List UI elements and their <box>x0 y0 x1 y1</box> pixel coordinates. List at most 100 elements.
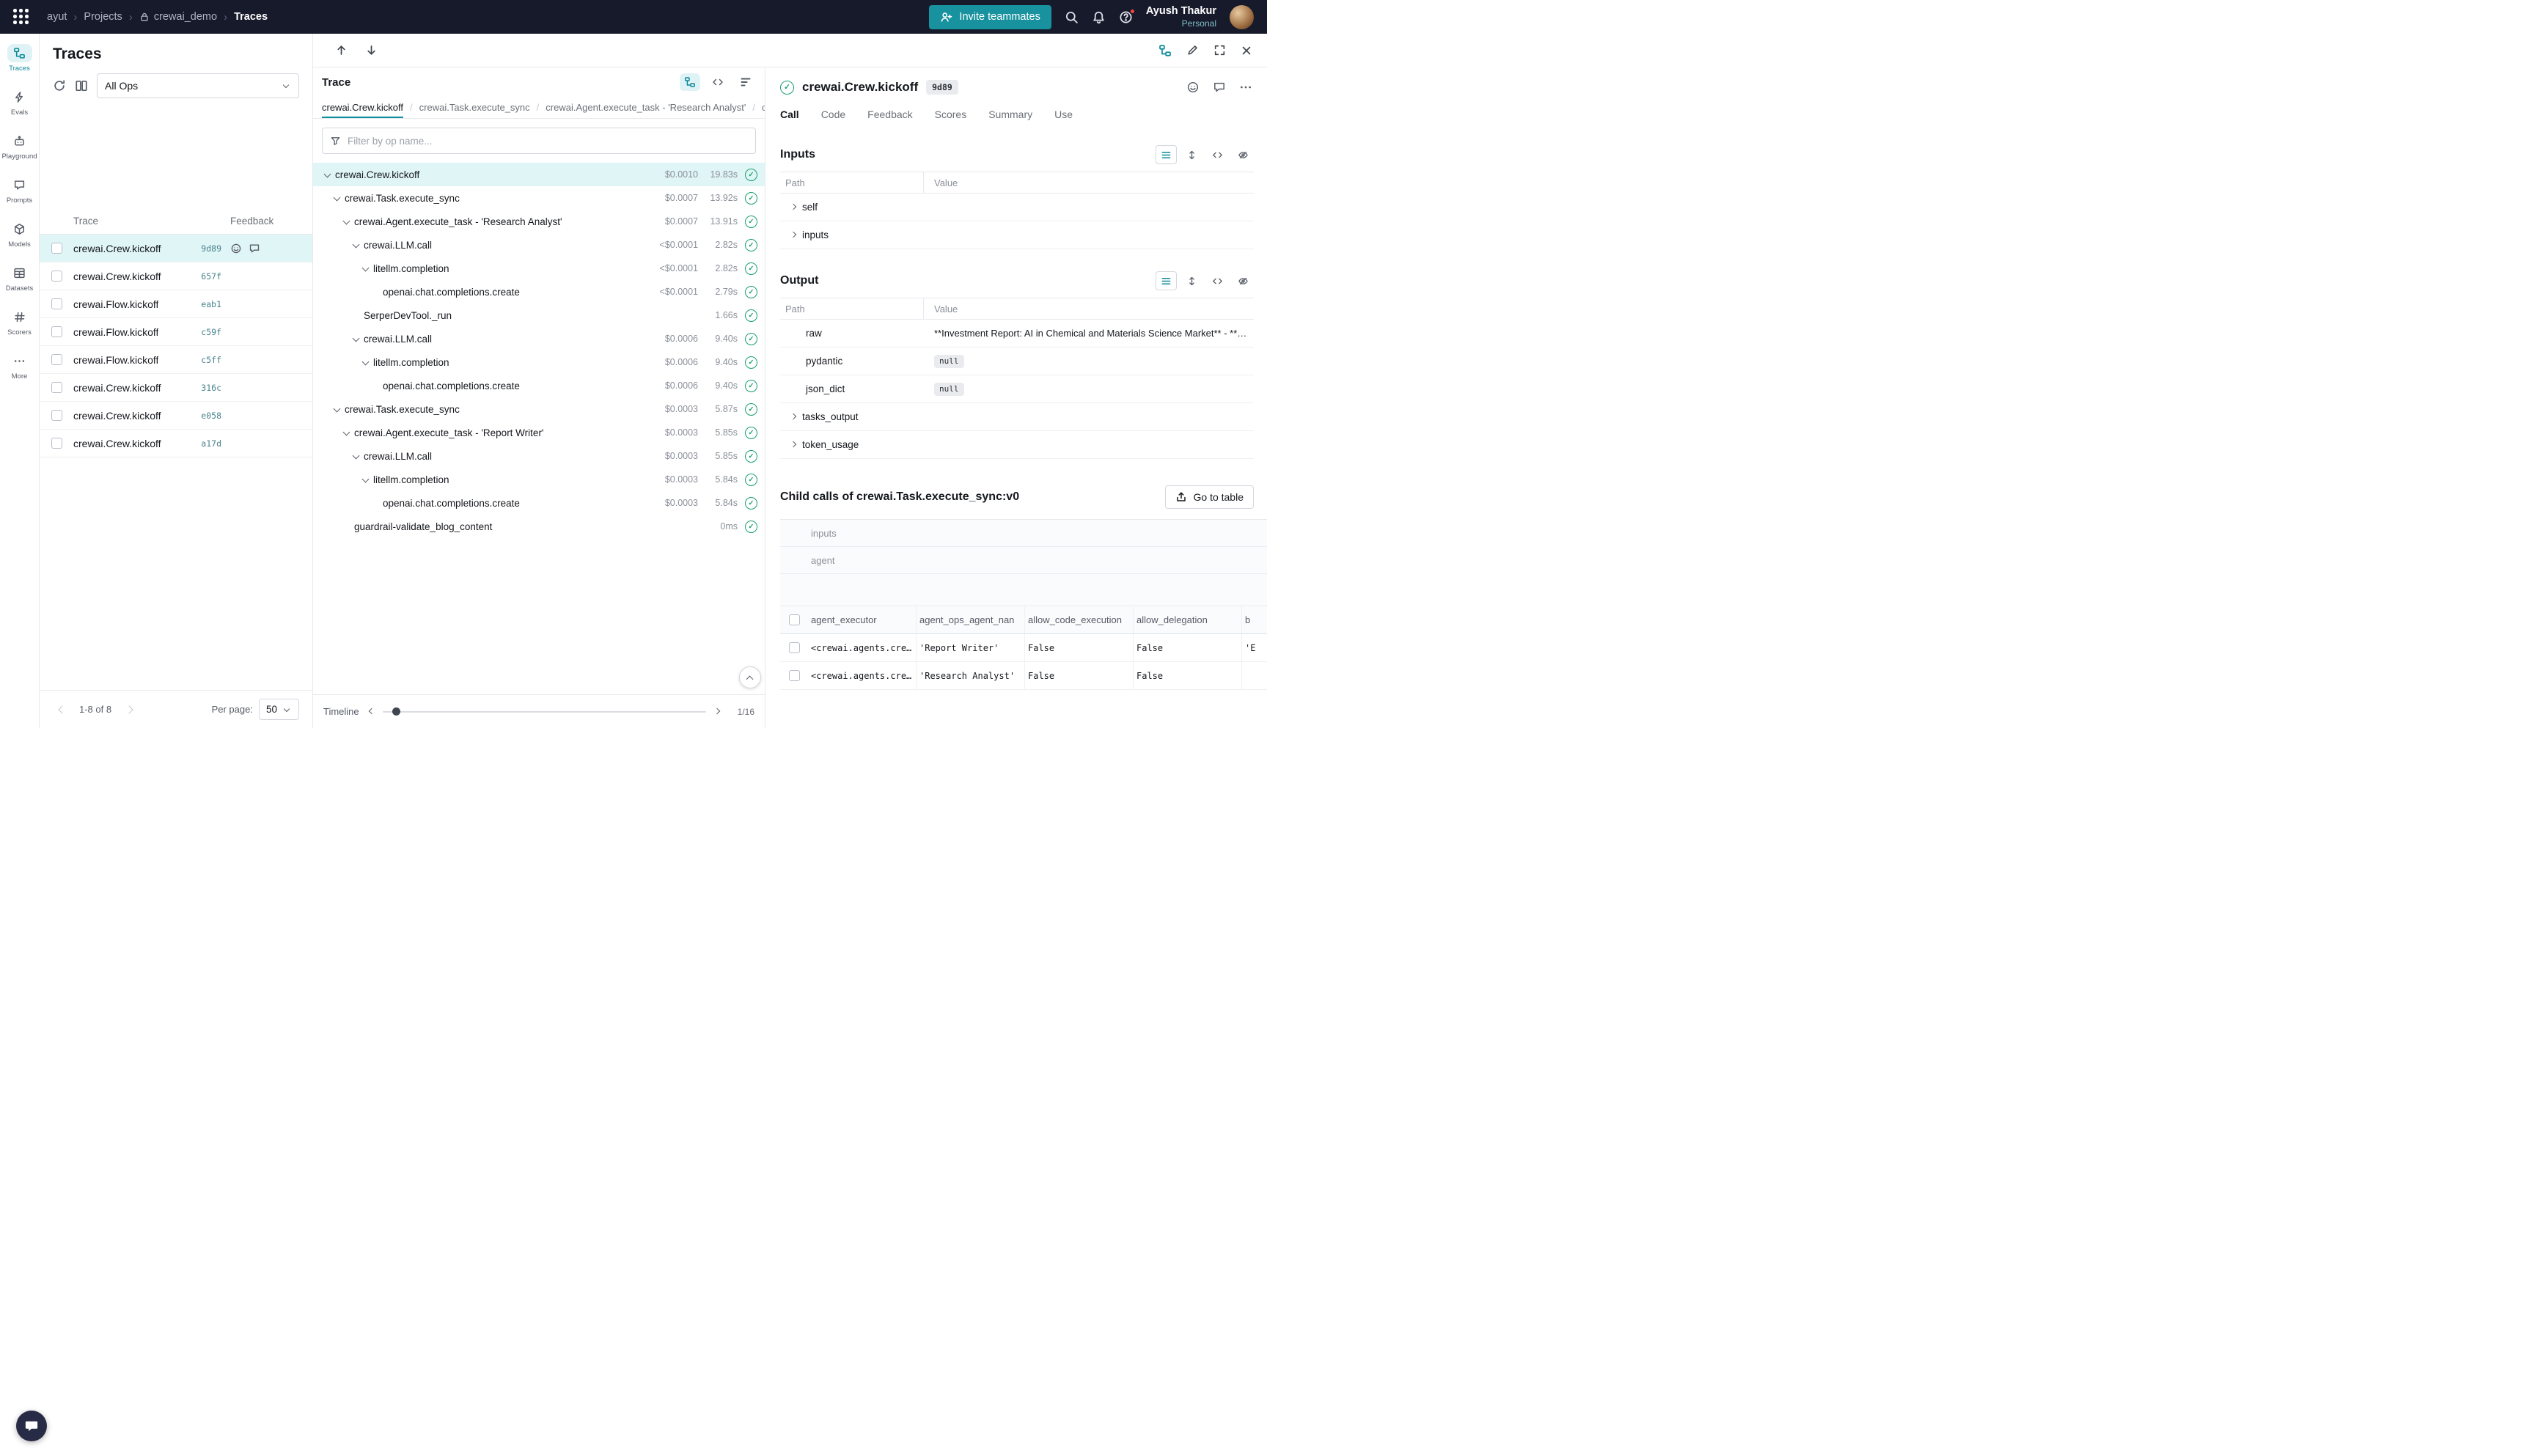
code-view-icon[interactable] <box>1207 271 1228 290</box>
table-row[interactable]: crewai.Crew.kickoffe058 <box>40 402 312 430</box>
row-checkbox[interactable] <box>789 642 800 653</box>
row-checkbox[interactable] <box>51 382 62 393</box>
table-row[interactable]: crewai.Flow.kickoffeab1 <box>40 290 312 318</box>
tree-row[interactable]: openai.chat.completions.create $0.0003 5… <box>313 491 765 515</box>
sidebar-item-more[interactable]: More <box>7 352 32 380</box>
flamegraph-view-icon[interactable] <box>735 73 756 91</box>
add-reaction-icon[interactable] <box>1186 81 1200 94</box>
row-checkbox[interactable] <box>51 354 62 365</box>
close-icon[interactable] <box>1241 45 1252 56</box>
tree-row[interactable]: openai.chat.completions.create $0.0006 9… <box>313 374 765 397</box>
tree-row[interactable]: litellm.completion $0.0003 5.84s <box>313 468 765 491</box>
next-call-arrow-down-icon[interactable] <box>365 44 378 56</box>
chevron-down-icon[interactable] <box>322 169 334 180</box>
column-header[interactable]: agent_executor <box>808 606 917 633</box>
wandb-logo[interactable] <box>13 9 29 25</box>
row-checkbox[interactable] <box>51 326 62 337</box>
code-view-icon[interactable] <box>708 73 728 91</box>
sidebar-item-scorers[interactable]: Scorers <box>7 308 32 337</box>
tab-code[interactable]: Code <box>821 109 845 120</box>
chevron-down-icon[interactable] <box>360 356 372 368</box>
tree-view-icon[interactable] <box>680 73 700 91</box>
tree-row[interactable]: crewai.Task.execute_sync $0.0007 13.92s <box>313 186 765 210</box>
row-checkbox[interactable] <box>51 410 62 421</box>
overflow-menu-icon[interactable] <box>1239 81 1252 94</box>
chevron-right-icon[interactable] <box>713 707 722 716</box>
chevron-down-icon[interactable] <box>360 474 372 485</box>
notifications-bell-icon[interactable] <box>1092 10 1106 24</box>
row-checkbox[interactable] <box>51 243 62 254</box>
expand-rows-icon[interactable] <box>1181 145 1202 164</box>
sidebar-item-models[interactable]: Models <box>7 220 32 249</box>
chevron-down-icon[interactable] <box>350 450 362 462</box>
edit-pencil-icon[interactable] <box>1186 44 1199 56</box>
tab-use[interactable]: Use <box>1054 109 1073 120</box>
sidebar-item-playground[interactable]: Playground <box>1 132 37 161</box>
fullscreen-icon[interactable] <box>1213 44 1226 56</box>
ops-filter-select[interactable]: All Ops <box>97 73 299 98</box>
comment-icon[interactable] <box>1213 81 1226 94</box>
table-row[interactable]: crewai.Flow.kickoffc59f <box>40 318 312 346</box>
row-checkbox[interactable] <box>789 670 800 681</box>
timeline-slider-handle[interactable] <box>392 707 400 716</box>
column-header[interactable]: allow_code_execution <box>1025 606 1134 633</box>
tree-row[interactable]: crewai.Task.execute_sync $0.0003 5.87s <box>313 397 765 421</box>
comment-icon[interactable] <box>249 243 260 254</box>
chevron-down-icon[interactable] <box>341 427 353 438</box>
breadcrumb-projects[interactable]: Projects <box>84 11 122 23</box>
tree-row[interactable]: crewai.LLM.call <$0.0001 2.82s <box>313 233 765 257</box>
output-row[interactable]: token_usage <box>780 431 1254 459</box>
expand-rows-icon[interactable] <box>1181 271 1202 290</box>
sidebar-item-prompts[interactable]: Prompts <box>7 176 32 205</box>
scroll-to-top-button[interactable] <box>739 666 761 688</box>
timeline-slider[interactable] <box>383 706 706 718</box>
tab-scores[interactable]: Scores <box>935 109 967 120</box>
tree-row[interactable]: openai.chat.completions.create <$0.0001 … <box>313 280 765 304</box>
tree-row[interactable]: litellm.completion <$0.0001 2.82s <box>313 257 765 280</box>
chevron-right-icon[interactable] <box>790 231 798 240</box>
refresh-icon[interactable] <box>53 79 66 92</box>
input-row[interactable]: inputs <box>780 221 1254 249</box>
chevron-down-icon[interactable] <box>360 262 372 274</box>
tree-row[interactable]: guardrail-validate_blog_content 0ms <box>313 515 765 538</box>
invite-teammates-button[interactable]: Invite teammates <box>929 5 1051 29</box>
list-view-icon[interactable] <box>1156 271 1177 290</box>
op-name-filter-input[interactable] <box>348 136 748 147</box>
breadcrumb-entity[interactable]: ayut <box>47 11 67 23</box>
chevron-down-icon[interactable] <box>350 239 362 251</box>
previous-call-arrow-up-icon[interactable] <box>335 44 348 56</box>
output-row[interactable]: json_dict null <box>780 375 1254 403</box>
tab-feedback[interactable]: Feedback <box>867 109 912 120</box>
user-avatar[interactable] <box>1230 5 1254 29</box>
tree-row[interactable]: SerperDevTool._run 1.66s <box>313 304 765 327</box>
chevron-down-icon[interactable] <box>331 403 343 415</box>
tab-call[interactable]: Call <box>780 109 799 120</box>
output-row[interactable]: tasks_output <box>780 403 1254 431</box>
tree-row[interactable]: crewai.LLM.call $0.0006 9.40s <box>313 327 765 350</box>
table-row[interactable]: crewai.Crew.kickoff657f <box>40 262 312 290</box>
select-all-checkbox[interactable] <box>789 614 800 625</box>
hide-values-eye-off-icon[interactable] <box>1233 271 1254 290</box>
chevron-right-icon[interactable] <box>790 441 798 449</box>
row-checkbox[interactable] <box>51 298 62 309</box>
next-page-button[interactable] <box>122 702 138 718</box>
chevron-right-icon[interactable] <box>790 203 798 212</box>
tree-row[interactable]: crewai.LLM.call $0.0003 5.85s <box>313 444 765 468</box>
chevron-down-icon[interactable] <box>350 333 362 345</box>
sidebar-item-traces[interactable]: Traces <box>7 44 32 73</box>
row-checkbox[interactable] <box>51 438 62 449</box>
table-row[interactable]: <crewai.agents.cre… 'Report Writer' Fals… <box>780 634 1267 662</box>
table-row[interactable]: crewai.Crew.kickoff316c <box>40 374 312 402</box>
table-row[interactable]: crewai.Flow.kickoffc5ff <box>40 346 312 374</box>
chevron-right-icon[interactable] <box>790 413 798 422</box>
tree-row[interactable]: crewai.Agent.execute_task - 'Report Writ… <box>313 421 765 444</box>
per-page-select[interactable]: 50 <box>259 699 299 720</box>
chevron-down-icon[interactable] <box>331 192 343 204</box>
path-tab[interactable]: crewai.Agent.execute_task - 'Research An… <box>546 97 746 118</box>
output-row[interactable]: pydantic null <box>780 348 1254 375</box>
row-checkbox[interactable] <box>51 271 62 282</box>
tree-row[interactable]: litellm.completion $0.0006 9.40s <box>313 350 765 374</box>
search-icon[interactable] <box>1065 10 1079 24</box>
sidebar-item-datasets[interactable]: Datasets <box>6 264 34 293</box>
column-header[interactable]: agent_ops_agent_nan <box>917 606 1025 633</box>
